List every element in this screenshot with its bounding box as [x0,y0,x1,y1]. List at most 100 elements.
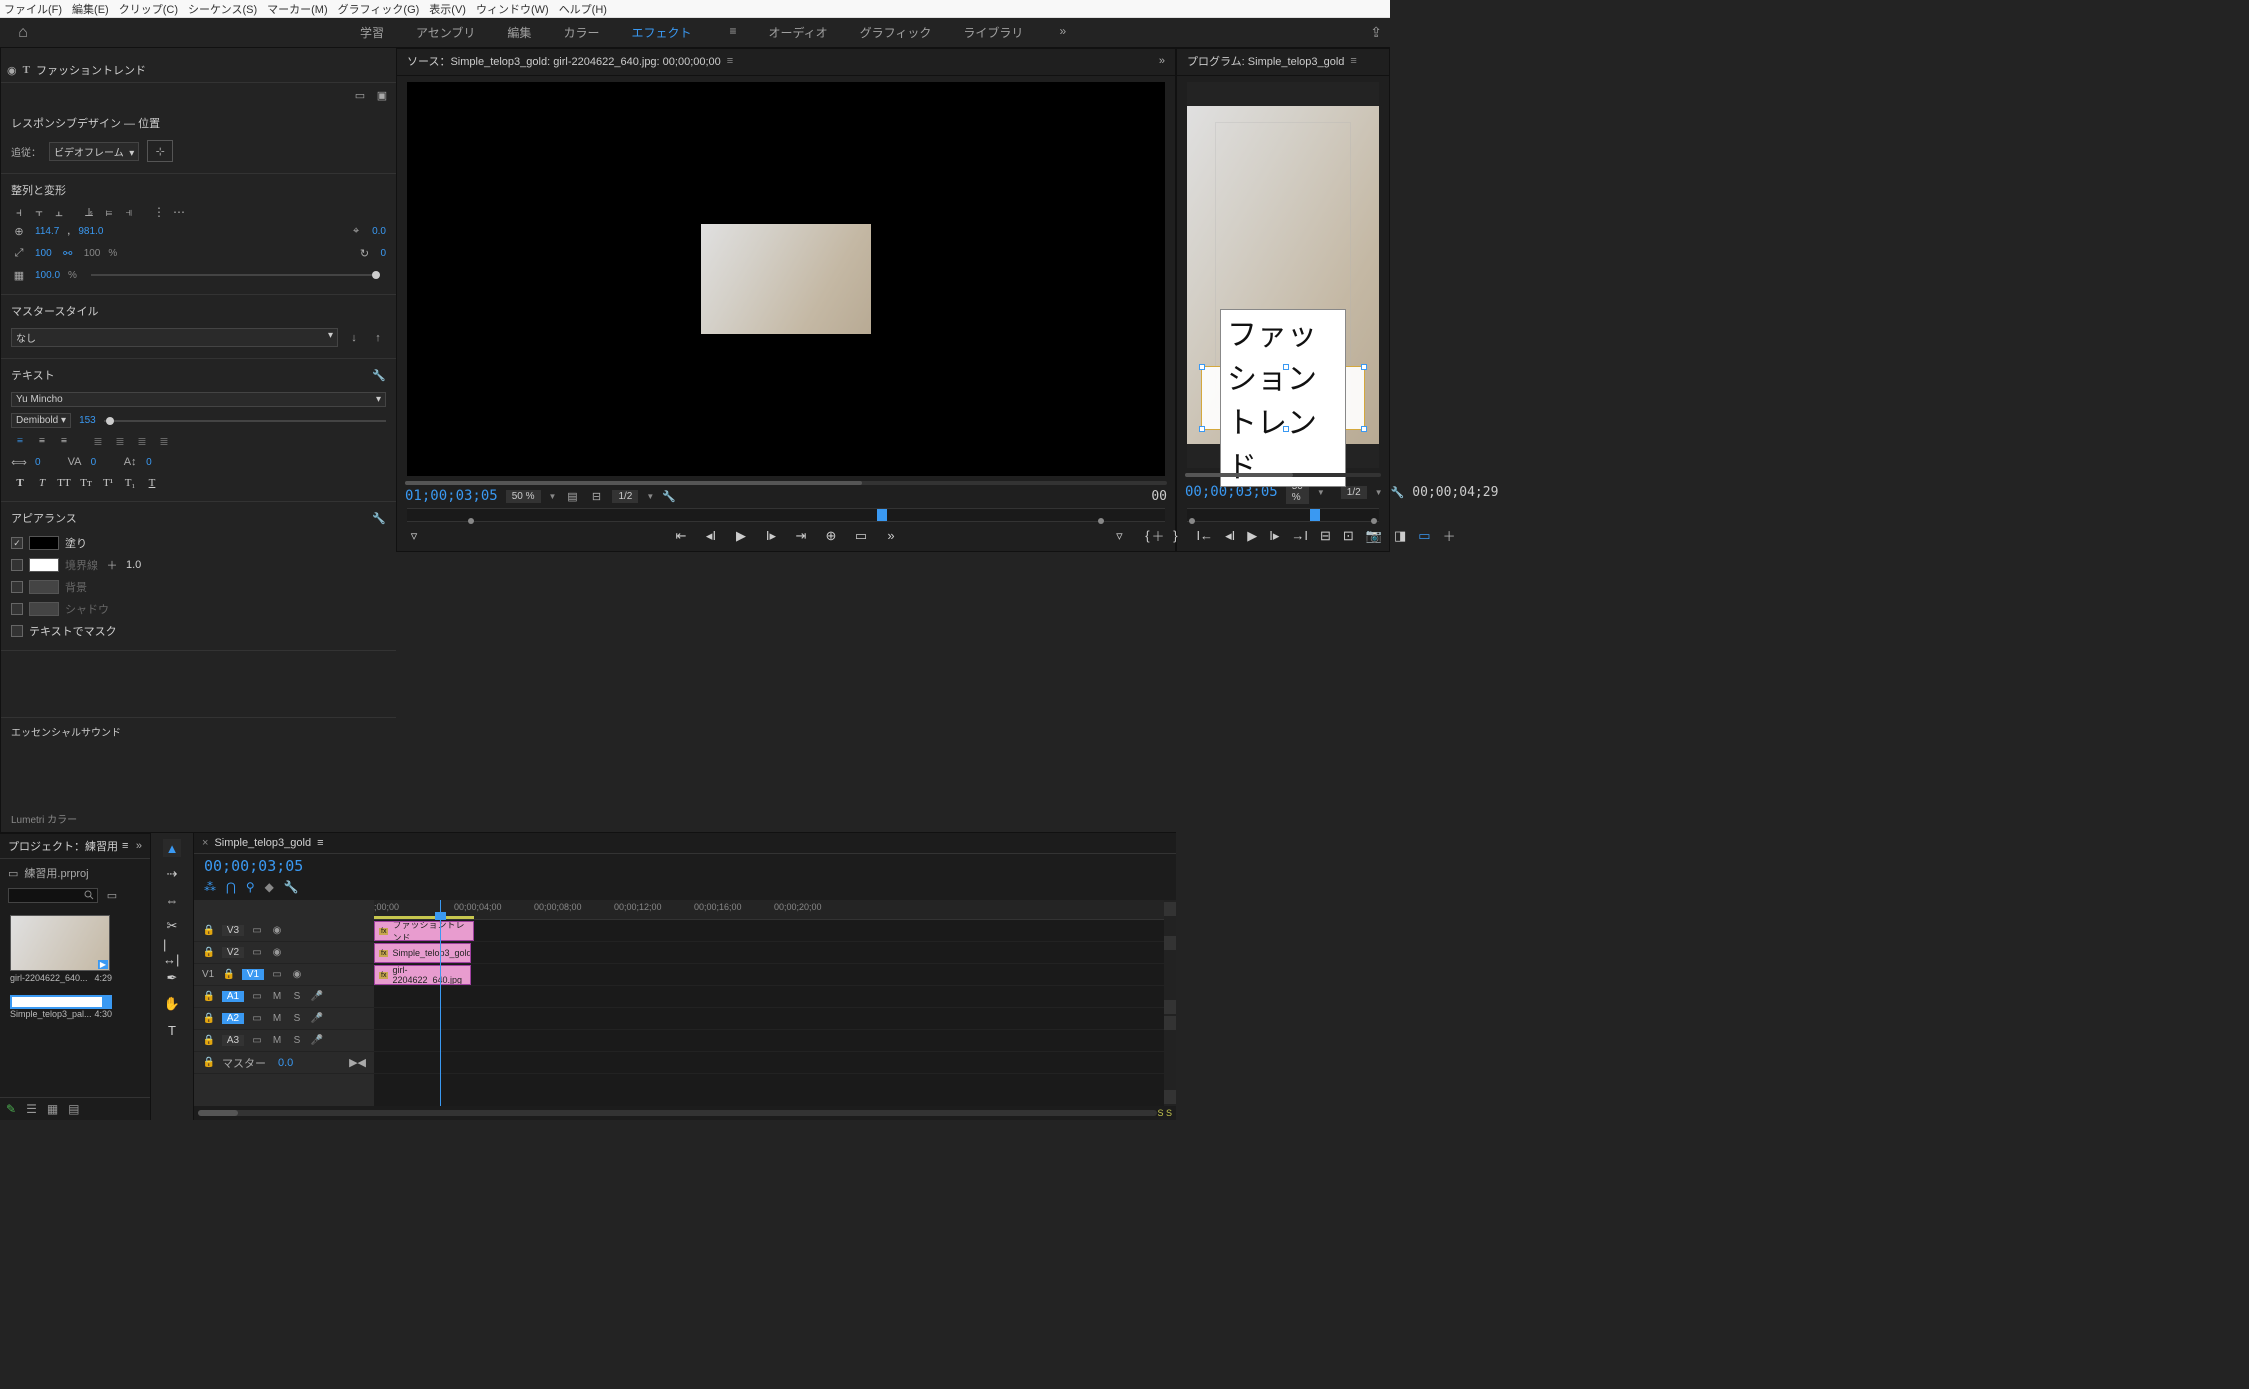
program-menu-icon[interactable]: ≡ [1350,55,1356,67]
tab-audio[interactable]: オーディオ [768,24,827,41]
tab-overflow-icon[interactable]: » [1059,24,1066,41]
eye-icon[interactable]: ◉ [290,969,304,980]
solo-icon[interactable]: S [290,1035,304,1046]
opacity-val[interactable]: 100.0 [35,270,60,281]
menu-graphic[interactable]: グラフィック(G) [338,1,420,17]
tab-library[interactable]: ライブラリ [963,24,1023,41]
program-viewport[interactable]: ファッショントレンド [1187,82,1379,468]
mute-icon[interactable]: M [270,991,284,1002]
step-back-icon[interactable]: ◂I [702,528,720,544]
chevron-down-icon[interactable]: ▼ [1317,488,1325,497]
ripple-tool-icon[interactable]: ⇔ [163,891,181,909]
menu-file[interactable]: ファイル(F) [4,1,62,17]
tab-effects[interactable]: エフェクト [631,24,691,41]
track-a3[interactable]: A3 [222,1035,244,1046]
mic-icon[interactable]: 🎤 [310,1013,324,1024]
program-canvas[interactable]: ファッショントレンド [1187,106,1379,444]
layer-name[interactable]: ファッショントレンド [36,62,146,78]
mark-out-bracket-icon[interactable]: } [1166,528,1184,544]
justify-center-icon[interactable]: ≣ [111,433,129,449]
timeline-tracks[interactable]: ;00;00 00;00;04;00 00;00;08;00 00;00;12;… [374,900,1164,1106]
rotation-val[interactable]: 0 [380,248,386,259]
step-fwd-icon[interactable]: I▸ [762,528,780,544]
play-icon[interactable]: ▶ [732,528,750,544]
list-view-icon[interactable]: ☰ [26,1102,37,1116]
resize-handle-icon[interactable] [1199,426,1205,432]
track-v2[interactable]: V2 [222,947,244,958]
menu-clip[interactable]: クリップ(C) [119,1,178,17]
mark-in-icon[interactable]: ⇤ [672,528,690,544]
track-a1[interactable]: A1 [222,991,244,1002]
export-frame-icon[interactable]: 📷 [1366,528,1382,544]
project-search-input[interactable] [8,888,98,903]
source-grid-icon[interactable]: ▤ [564,488,580,504]
razor-tool-icon[interactable]: ✂ [163,917,181,935]
goto-out-icon[interactable]: →I [1291,528,1308,543]
overwrite-icon[interactable]: ▭ [852,528,870,544]
menu-sequence[interactable]: シーケンス(S) [188,1,257,17]
sync-icon[interactable]: ▭ [250,1035,264,1046]
meters-icon[interactable]: ▶◀ [349,1056,366,1069]
position-y[interactable]: 981.0 [78,226,103,237]
fill-swatch[interactable] [29,536,59,550]
track-v1[interactable]: V1 [242,969,264,980]
sync-icon[interactable]: ▭ [250,991,264,1002]
allcaps-icon[interactable]: TT [55,475,73,491]
timeline-ruler[interactable]: ;00;00 00;00;04;00 00;00;08;00 00;00;12;… [374,900,1164,920]
program-resolution[interactable]: 1/2 [1341,486,1367,499]
text-settings-icon[interactable]: 🔧 [372,369,386,382]
scale-y[interactable]: 100 [84,248,101,259]
group-icon[interactable]: ▣ [374,87,390,103]
write-icon[interactable]: ✎ [6,1102,16,1116]
menu-edit[interactable]: 編集(E) [72,1,109,17]
push-style-icon[interactable]: ↓ [346,330,362,346]
timeline-hscroll[interactable]: S S [194,1106,1176,1120]
freeform-view-icon[interactable]: ▤ [68,1102,79,1116]
master-style-select[interactable]: なし ▾ [11,328,338,347]
menu-view[interactable]: 表示(V) [429,1,466,17]
pin-icon[interactable]: ⊹ [147,140,173,162]
superscript-icon[interactable]: T¹ [99,475,117,491]
lock-icon[interactable]: 🔒 [202,1035,216,1046]
source-collapse-icon[interactable]: » [1159,55,1165,67]
track-source-v1[interactable]: V1 [202,969,216,980]
add-marker-icon[interactable]: ▿ [405,528,423,544]
position-x[interactable]: 114.7 [35,226,59,237]
track-a2[interactable]: A2 [222,1013,244,1024]
project-collapse-icon[interactable]: » [136,840,142,852]
mask-check[interactable] [11,625,23,637]
source-zoom-scroll[interactable] [405,481,1167,485]
timeline-settings-icon[interactable]: 🔧 [284,880,299,894]
fill-check[interactable]: ✓ [11,537,23,549]
clip-v2[interactable]: fxSimple_telop3_gold.png [374,943,471,963]
add-stroke-icon[interactable]: ＋ [104,557,120,573]
lumetri-tab[interactable]: Lumetri カラー [1,811,396,832]
source-mini-ruler[interactable] [407,508,1165,522]
align-center-text-icon[interactable]: ≡ [33,433,51,449]
program-settings-icon[interactable]: 🔧 [1391,486,1405,499]
magnet-icon[interactable]: ⋂ [226,880,236,894]
compare-icon[interactable]: ◨ [1394,528,1406,544]
link-icon[interactable]: ⚯ [60,245,76,261]
home-icon[interactable]: ⌂ [8,24,38,42]
timeline-tab[interactable]: Simple_telop3_gold [214,837,311,849]
bg-check[interactable] [11,581,23,593]
source-settings-icon[interactable]: 🔧 [662,490,676,503]
source-resolution[interactable]: 1/2 [612,490,638,503]
clip-v3[interactable]: fxファッショントレンド [374,921,474,941]
playhead[interactable] [440,900,441,1106]
sync-icon[interactable]: ▭ [270,969,284,980]
export-icon[interactable]: ⇪ [1370,24,1382,41]
mute-icon[interactable]: M [270,1035,284,1046]
track-v3[interactable]: V3 [222,925,244,936]
lock-icon[interactable]: 🔒 [202,947,216,958]
distribute-h-icon[interactable]: ⋮ [151,204,167,220]
chevron-down-icon[interactable]: ▼ [549,492,557,501]
bg-swatch[interactable] [29,580,59,594]
menu-help[interactable]: ヘルプ(H) [559,1,607,17]
source-timecode[interactable]: 01;00;03;05 [405,488,498,504]
button-editor-icon[interactable]: ＋ [1443,526,1456,545]
subscript-icon[interactable]: T₁ [121,475,139,491]
hand-tool-icon[interactable]: ✋ [163,995,181,1013]
source-viewport[interactable] [407,82,1165,476]
